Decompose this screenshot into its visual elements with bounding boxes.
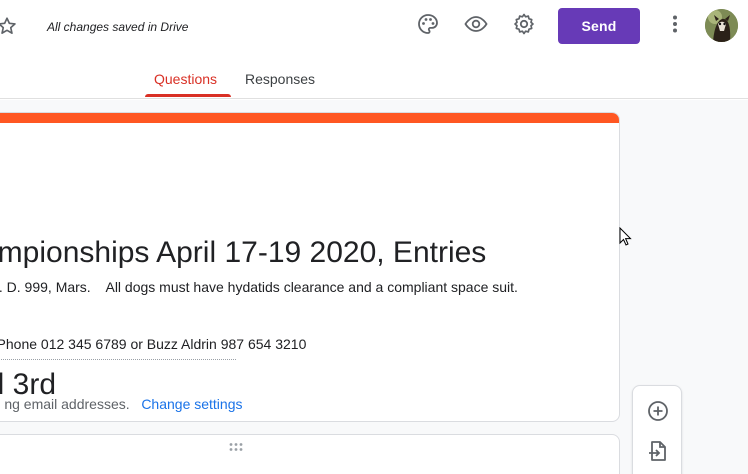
tab-responses[interactable]: Responses — [245, 71, 315, 87]
email-note-text: ng email addresses. — [4, 396, 130, 412]
form-description[interactable]: , R. D. 999, Mars. All dogs must have hy… — [0, 240, 518, 392]
drag-handle-icon[interactable] — [228, 442, 244, 452]
save-status: All changes saved in Drive — [47, 20, 189, 34]
tab-questions[interactable]: Questions — [154, 71, 217, 87]
palette-icon[interactable] — [416, 12, 440, 36]
card-accent-bar — [0, 113, 619, 123]
active-tab-indicator — [145, 94, 231, 97]
form-editor-area: ampionships April 17-19 2020, Entries ri… — [0, 100, 748, 474]
import-questions-icon[interactable] — [646, 439, 670, 463]
add-question-icon[interactable] — [646, 399, 670, 423]
avatar[interactable] — [705, 9, 738, 42]
more-vert-icon[interactable] — [663, 12, 687, 36]
floating-toolbar — [632, 385, 682, 474]
send-button[interactable]: Send — [558, 8, 640, 44]
email-collection-note: ng email addresses. Change settings — [0, 380, 242, 421]
description-line-1: , R. D. 999, Mars. All dogs must have hy… — [0, 279, 518, 295]
description-underline — [0, 359, 236, 360]
gear-icon[interactable] — [512, 12, 536, 36]
app-header: All changes saved in Drive Send Question… — [0, 0, 748, 99]
question-card[interactable] — [0, 434, 620, 474]
description-line-2: rk Phone 012 345 6789 or Buzz Aldrin 987… — [0, 336, 307, 352]
change-settings-link[interactable]: Change settings — [141, 396, 242, 412]
star-icon[interactable] — [0, 15, 18, 37]
eye-icon[interactable] — [464, 12, 488, 36]
mouse-cursor-icon — [619, 227, 632, 246]
form-title-card[interactable]: ampionships April 17-19 2020, Entries ri… — [0, 112, 620, 422]
